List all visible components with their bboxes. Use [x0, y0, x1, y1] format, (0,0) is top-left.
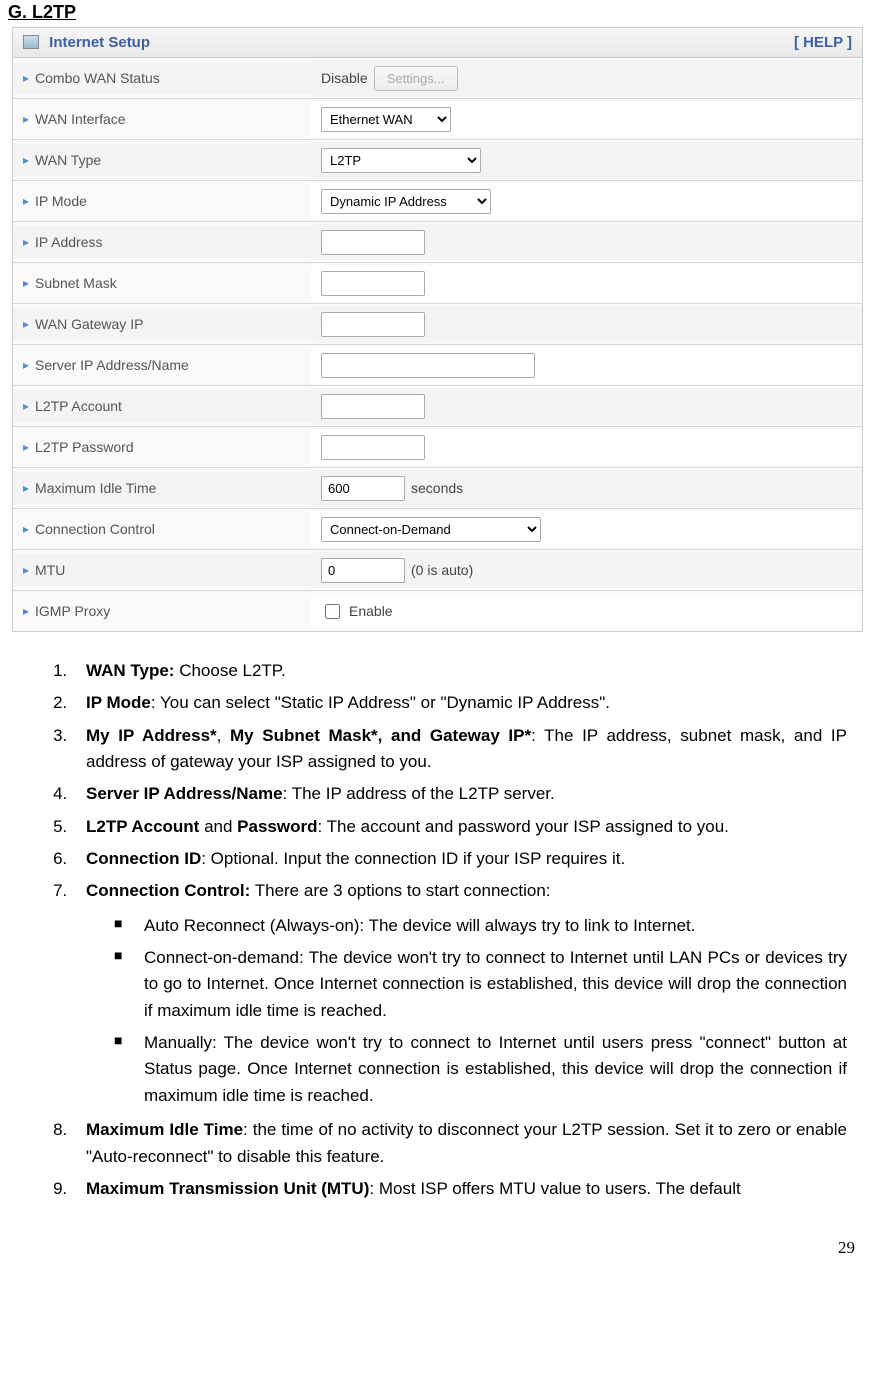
row-ip-address: ▸ IP Address: [13, 222, 862, 263]
label-l2tp-account: L2TP Account: [35, 398, 122, 414]
marker-icon: ▸: [23, 317, 29, 331]
row-wan-interface: ▸ WAN Interface Ethernet WAN: [13, 99, 862, 140]
panel-title-wrap: Internet Setup: [23, 34, 150, 51]
marker-icon: ▸: [23, 358, 29, 372]
igmp-checkbox[interactable]: [325, 604, 340, 619]
l2tp-account-input[interactable]: [321, 394, 425, 419]
l2tp-password-input[interactable]: [321, 435, 425, 460]
setup-icon: [23, 35, 39, 49]
row-igmp: ▸ IGMP Proxy Enable: [13, 591, 862, 631]
row-combo-wan: ▸ Combo WAN Status Disable Settings...: [13, 58, 862, 99]
conn-control-select[interactable]: Connect-on-Demand: [321, 517, 541, 542]
label-server-ip: Server IP Address/Name: [35, 357, 189, 373]
sub-list-item: Auto Reconnect (Always-on): The device w…: [114, 913, 847, 939]
label-ip-mode: IP Mode: [35, 193, 87, 209]
ip-address-input[interactable]: [321, 230, 425, 255]
wan-gateway-input[interactable]: [321, 312, 425, 337]
ip-mode-select[interactable]: Dynamic IP Address: [321, 189, 491, 214]
row-mtu: ▸ MTU (0 is auto): [13, 550, 862, 591]
label-wan-gateway: WAN Gateway IP: [35, 316, 143, 332]
row-l2tp-password: ▸ L2TP Password: [13, 427, 862, 468]
label-mtu: MTU: [35, 562, 65, 578]
subnet-mask-input[interactable]: [321, 271, 425, 296]
list-item: Server IP Address/Name: The IP address o…: [72, 781, 847, 807]
marker-icon: ▸: [23, 604, 29, 618]
mtu-suffix: (0 is auto): [411, 562, 473, 578]
row-wan-type: ▸ WAN Type L2TP: [13, 140, 862, 181]
wan-interface-select[interactable]: Ethernet WAN: [321, 107, 451, 132]
panel-title: Internet Setup: [49, 34, 150, 51]
list-item: Connection Control: There are 3 options …: [72, 878, 847, 1109]
settings-button[interactable]: Settings...: [374, 66, 458, 91]
marker-icon: ▸: [23, 235, 29, 249]
label-wan-type: WAN Type: [35, 152, 101, 168]
label-ip-address: IP Address: [35, 234, 102, 250]
panel-header: Internet Setup [ HELP ]: [13, 28, 862, 58]
wan-type-select[interactable]: L2TP: [321, 148, 481, 173]
marker-icon: ▸: [23, 563, 29, 577]
marker-icon: ▸: [23, 522, 29, 536]
row-subnet-mask: ▸ Subnet Mask: [13, 263, 862, 304]
max-idle-suffix: seconds: [411, 480, 463, 496]
marker-icon: ▸: [23, 112, 29, 126]
internet-setup-panel: Internet Setup [ HELP ] ▸ Combo WAN Statu…: [12, 27, 863, 632]
label-l2tp-password: L2TP Password: [35, 439, 134, 455]
help-link[interactable]: [ HELP ]: [794, 34, 852, 51]
sub-list-item: Manually: The device won't try to connec…: [114, 1030, 847, 1109]
label-wan-interface: WAN Interface: [35, 111, 126, 127]
marker-icon: ▸: [23, 399, 29, 413]
label-conn-control: Connection Control: [35, 521, 155, 537]
row-l2tp-account: ▸ L2TP Account: [13, 386, 862, 427]
sub-list: Auto Reconnect (Always-on): The device w…: [86, 913, 847, 1109]
list-item: IP Mode: You can select "Static IP Addre…: [72, 690, 847, 716]
instruction-list: WAN Type: Choose L2TP. IP Mode: You can …: [28, 658, 847, 1202]
label-max-idle: Maximum Idle Time: [35, 480, 156, 496]
max-idle-input[interactable]: [321, 476, 405, 501]
label-subnet-mask: Subnet Mask: [35, 275, 117, 291]
label-combo-wan: Combo WAN Status: [35, 70, 160, 86]
server-ip-input[interactable]: [321, 353, 535, 378]
marker-icon: ▸: [23, 194, 29, 208]
label-igmp: IGMP Proxy: [35, 603, 110, 619]
row-wan-gateway: ▸ WAN Gateway IP: [13, 304, 862, 345]
row-server-ip: ▸ Server IP Address/Name: [13, 345, 862, 386]
list-item: Connection ID: Optional. Input the conne…: [72, 846, 847, 872]
marker-icon: ▸: [23, 71, 29, 85]
list-item: My IP Address*, My Subnet Mask*, and Gat…: [72, 723, 847, 776]
list-item: Maximum Transmission Unit (MTU): Most IS…: [72, 1176, 847, 1202]
list-item: Maximum Idle Time: the time of no activi…: [72, 1117, 847, 1170]
list-item: WAN Type: Choose L2TP.: [72, 658, 847, 684]
marker-icon: ▸: [23, 481, 29, 495]
igmp-checkbox-label: Enable: [349, 603, 393, 619]
section-heading: G. L2TP: [0, 0, 875, 25]
row-conn-control: ▸ Connection Control Connect-on-Demand: [13, 509, 862, 550]
marker-icon: ▸: [23, 153, 29, 167]
page-number: 29: [0, 1218, 875, 1268]
row-ip-mode: ▸ IP Mode Dynamic IP Address: [13, 181, 862, 222]
marker-icon: ▸: [23, 440, 29, 454]
list-item: L2TP Account and Password: The account a…: [72, 814, 847, 840]
combo-wan-value: Disable: [321, 70, 368, 86]
marker-icon: ▸: [23, 276, 29, 290]
sub-list-item: Connect-on-demand: The device won't try …: [114, 945, 847, 1024]
row-max-idle: ▸ Maximum Idle Time seconds: [13, 468, 862, 509]
mtu-input[interactable]: [321, 558, 405, 583]
instruction-content: WAN Type: Choose L2TP. IP Mode: You can …: [0, 632, 875, 1218]
